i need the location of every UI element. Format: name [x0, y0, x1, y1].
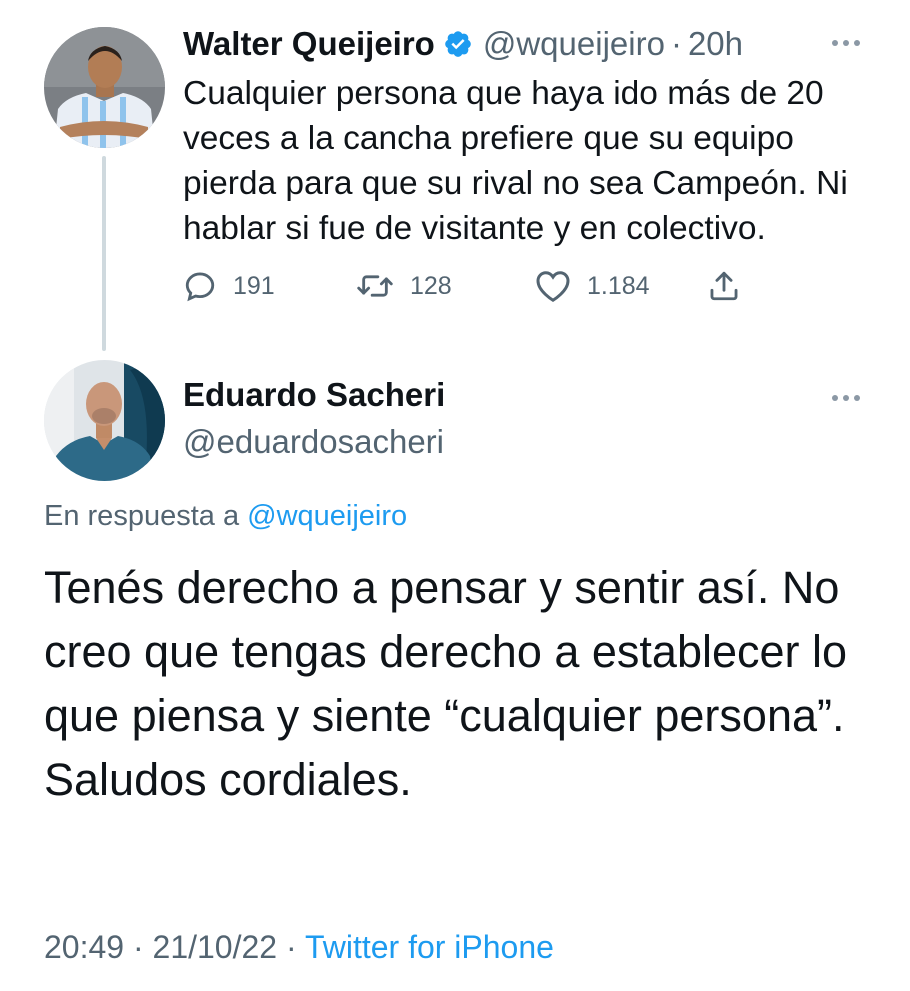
- thread-connector-line: [102, 156, 106, 351]
- tweet-actions: 191 128 1.184: [183, 264, 763, 308]
- reply-tweet-text: Tenés derecho a pensar y sentir así. No …: [44, 562, 848, 805]
- share-icon: [707, 269, 741, 303]
- author-handle[interactable]: @wqueijeiro: [483, 25, 665, 63]
- avatar-walter-queijeiro[interactable]: [44, 27, 165, 148]
- tweet-source-link[interactable]: Twitter for iPhone: [305, 929, 554, 965]
- avatar-eduardo-sacheri[interactable]: [44, 360, 165, 481]
- tweet-thread: Walter Queijeiro @wqueijeiro · 20h Cualq…: [0, 0, 910, 991]
- tweet-time[interactable]: 20h: [688, 25, 743, 63]
- replying-to-label: En respuesta a: [44, 500, 240, 532]
- retweet-count: 128: [410, 271, 452, 300]
- author-name[interactable]: Walter Queijeiro: [183, 25, 435, 63]
- reply-count: 191: [233, 271, 275, 300]
- separator-dot: ·: [285, 929, 297, 965]
- tweet-date[interactable]: 21/10/22: [153, 929, 278, 965]
- parent-tweet-text: Cualquier persona que haya ido más de 20…: [183, 75, 848, 247]
- reply-author-name[interactable]: Eduardo Sacheri: [183, 376, 445, 414]
- heart-icon: [535, 269, 571, 303]
- like-button[interactable]: 1.184: [535, 264, 650, 308]
- retweet-button[interactable]: 128: [356, 264, 452, 308]
- like-count: 1.184: [587, 271, 650, 300]
- parent-tweet-header: Walter Queijeiro @wqueijeiro · 20h: [183, 22, 743, 66]
- reply-icon: [183, 269, 217, 303]
- reply-author-handle[interactable]: @eduardosacheri: [183, 423, 444, 461]
- more-options-icon[interactable]: [826, 33, 866, 53]
- reply-button[interactable]: 191: [183, 264, 275, 308]
- share-button[interactable]: [707, 264, 741, 308]
- verified-badge-icon: [443, 29, 473, 59]
- tweet-metadata: 20:49 · 21/10/22 · Twitter for iPhone: [44, 929, 554, 966]
- tweet-timestamp[interactable]: 20:49: [44, 929, 124, 965]
- replying-to-line: En respuesta a @wqueijeiro: [44, 500, 407, 533]
- separator-dot: ·: [670, 25, 682, 62]
- retweet-icon: [356, 269, 394, 303]
- replying-to-mention[interactable]: @wqueijeiro: [247, 500, 407, 532]
- separator-dot: ·: [132, 929, 144, 965]
- more-options-icon[interactable]: [826, 388, 866, 408]
